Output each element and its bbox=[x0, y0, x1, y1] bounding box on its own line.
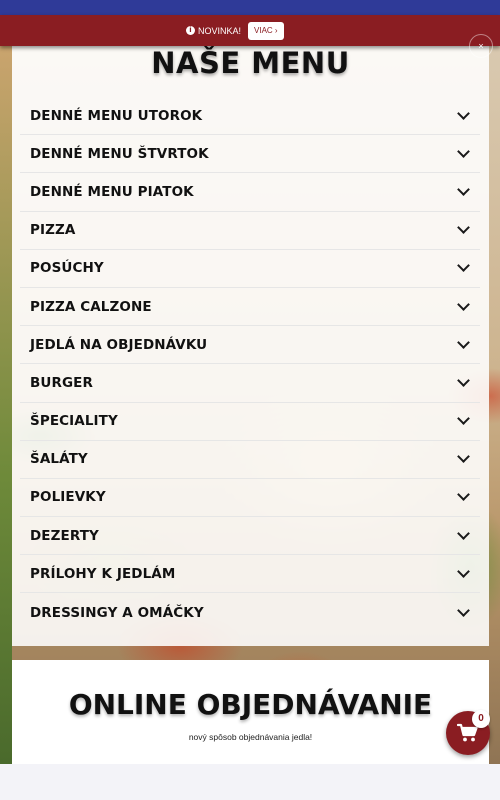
chevron-down-icon bbox=[457, 412, 470, 425]
background-edge bbox=[0, 46, 12, 764]
menu-category-label: JEDLÁ NA OBJEDNÁVKU bbox=[30, 336, 208, 353]
menu-category-item[interactable]: DRESSINGY A OMÁČKY bbox=[20, 593, 480, 631]
chevron-down-icon bbox=[457, 297, 470, 311]
menu-category-label: BURGER bbox=[30, 374, 93, 391]
menu-category-label: POLIEVKY bbox=[30, 489, 106, 506]
chevron-down-icon bbox=[457, 564, 470, 578]
menu-category-label: POSÚCHY bbox=[30, 260, 104, 277]
info-icon: i bbox=[186, 26, 195, 35]
menu-category-item[interactable]: POSÚCHY bbox=[20, 250, 480, 288]
menu-category-item[interactable]: PIZZA CALZONE bbox=[20, 288, 480, 327]
more-button-label: VIAC bbox=[254, 25, 273, 35]
menu-category-item[interactable]: BURGER bbox=[20, 364, 480, 403]
menu-category-label: DENNÉ MENU PIATOK bbox=[30, 183, 194, 200]
chevron-down-icon bbox=[457, 221, 470, 235]
cart-count-badge: 0 bbox=[472, 710, 490, 728]
chevron-down-icon bbox=[457, 526, 470, 540]
menu-category-item[interactable]: ŠALÁTY bbox=[20, 441, 480, 479]
online-order-section: ONLINE OBJEDNÁVANIE nový spôsob objednáv… bbox=[12, 660, 489, 764]
chevron-down-icon bbox=[457, 335, 470, 349]
menu-category-item[interactable]: JEDLÁ NA OBJEDNÁVKU bbox=[20, 326, 480, 365]
menu-category-item[interactable]: ŠPECIALITY bbox=[20, 403, 480, 441]
announcement-content: i NOVINKA! VIAC › bbox=[186, 21, 284, 40]
chevron-down-icon bbox=[457, 183, 470, 196]
menu-category-item[interactable]: PRÍLOHY K JEDLÁM bbox=[20, 555, 480, 594]
online-order-subtitle: nový spôsob objednávania jedla! bbox=[188, 732, 313, 742]
menu-category-label: PIZZA bbox=[30, 222, 76, 239]
menu-category-list: DENNÉ MENU UTOROK DENNÉ MENU ŠTVRTOK DEN… bbox=[20, 97, 480, 632]
menu-category-label: ŠALÁTY bbox=[30, 451, 88, 468]
menu-category-label: DENNÉ MENU UTOROK bbox=[30, 107, 203, 124]
menu-category-item[interactable]: DENNÉ MENU PIATOK bbox=[20, 173, 480, 212]
menu-category-item[interactable]: PIZZA bbox=[20, 212, 480, 250]
menu-category-item[interactable]: DENNÉ MENU UTOROK bbox=[20, 97, 480, 136]
chevron-down-icon bbox=[457, 259, 470, 273]
announcement-bar: i NOVINKA! VIAC › × bbox=[0, 15, 500, 58]
bottom-strip bbox=[0, 764, 500, 800]
chevron-down-icon bbox=[457, 106, 470, 120]
menu-category-label: DRESSINGY A OMÁČKY bbox=[30, 604, 204, 621]
chevron-down-icon bbox=[457, 488, 470, 502]
top-color-bar bbox=[0, 0, 500, 15]
chevron-down-icon bbox=[457, 374, 470, 387]
more-button[interactable]: VIAC › bbox=[248, 21, 284, 40]
menu-category-item[interactable]: DEZERTY bbox=[20, 517, 480, 556]
chevron-down-icon bbox=[457, 603, 470, 617]
close-announcement-button[interactable]: × bbox=[469, 34, 493, 58]
menu-category-label: PRÍLOHY K JEDLÁM bbox=[30, 565, 176, 582]
chevron-down-icon bbox=[457, 450, 470, 464]
menu-title: NAŠE MENU bbox=[151, 46, 350, 80]
menu-category-label: DEZERTY bbox=[30, 527, 99, 544]
menu-category-label: ŠPECIALITY bbox=[30, 413, 118, 430]
menu-category-label: DENNÉ MENU ŠTVRTOK bbox=[30, 145, 209, 162]
announcement-text: NOVINKA! bbox=[198, 25, 242, 36]
chevron-down-icon bbox=[457, 144, 470, 158]
menu-category-item[interactable]: POLIEVKY bbox=[20, 479, 480, 518]
menu-category-item[interactable]: DENNÉ MENU ŠTVRTOK bbox=[20, 135, 480, 174]
menu-panel: NAŠE MENU DENNÉ MENU UTOROK DENNÉ MENU Š… bbox=[12, 46, 489, 646]
online-order-title: ONLINE OBJEDNÁVANIE bbox=[68, 688, 433, 721]
menu-category-label: PIZZA CALZONE bbox=[30, 298, 152, 315]
